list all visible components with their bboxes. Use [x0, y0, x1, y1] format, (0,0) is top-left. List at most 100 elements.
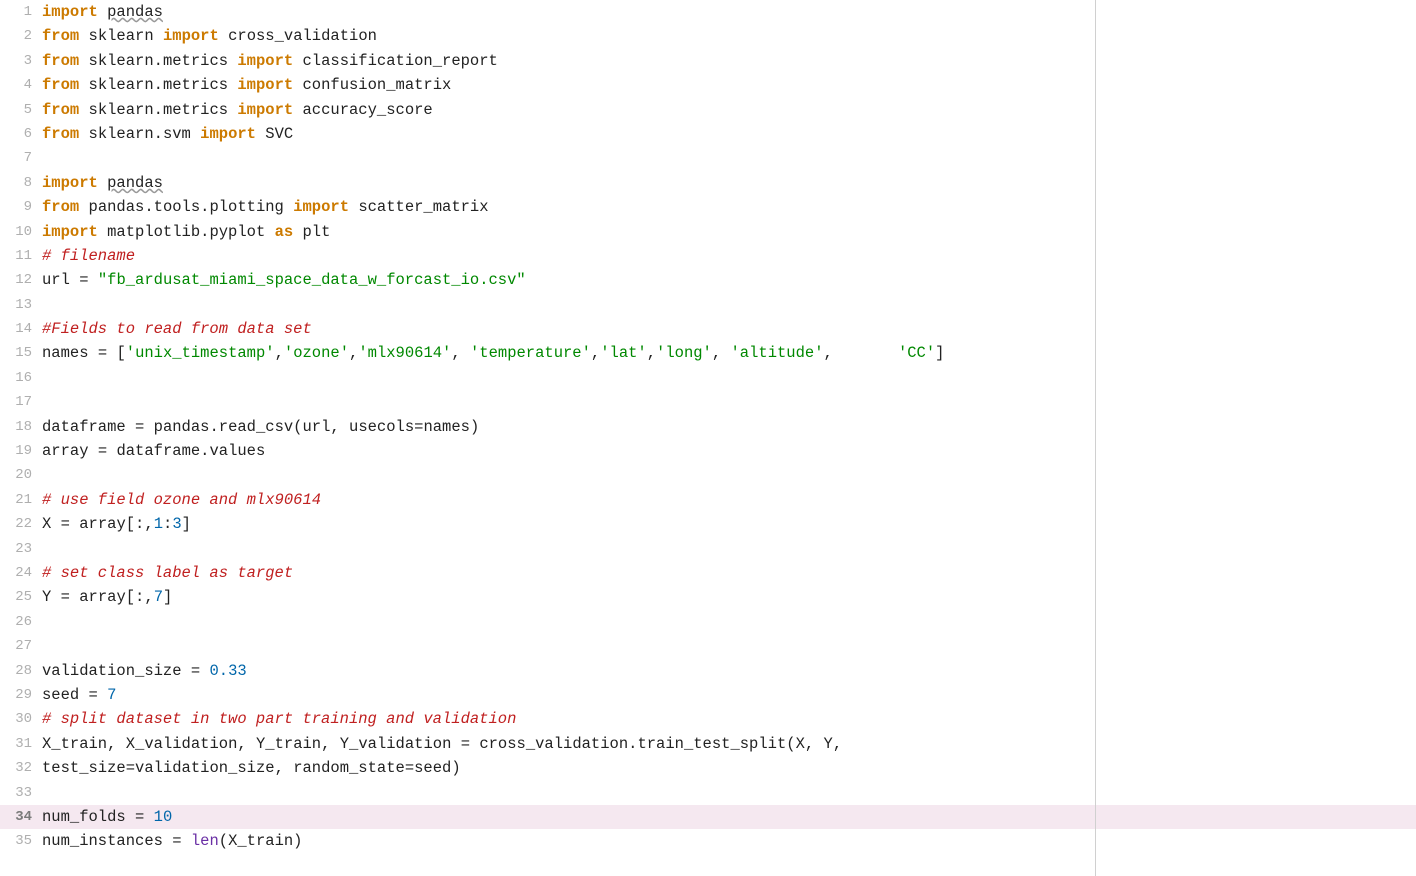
- code-line[interactable]: 7: [0, 146, 1416, 170]
- text-token: [340, 418, 349, 436]
- line-content[interactable]: import pandas: [38, 171, 1416, 195]
- code-line[interactable]: 33: [0, 781, 1416, 805]
- line-content[interactable]: num_folds = 10: [38, 805, 1416, 829]
- code-line[interactable]: 16: [0, 366, 1416, 390]
- line-content[interactable]: # split dataset in two part training and…: [38, 707, 1416, 731]
- code-line[interactable]: 35num_instances = len(X_train): [0, 829, 1416, 853]
- code-line[interactable]: 34num_folds = 10: [0, 805, 1416, 829]
- text-token: =: [61, 588, 70, 606]
- code-line[interactable]: 15names = ['unix_timestamp','ozone','mlx…: [0, 341, 1416, 365]
- text-token: =: [98, 442, 107, 460]
- keyword-token: import: [42, 223, 98, 241]
- text-token: ,: [805, 735, 814, 753]
- keyword-token: from: [42, 125, 79, 143]
- number-token: 10: [154, 808, 173, 826]
- code-line[interactable]: 1import pandas: [0, 0, 1416, 24]
- code-editor[interactable]: 1import pandas2from sklearn import cross…: [0, 0, 1416, 876]
- line-content[interactable]: [38, 781, 1416, 805]
- string-token: 'CC': [898, 344, 935, 362]
- line-content[interactable]: from sklearn.svm import SVC: [38, 122, 1416, 146]
- line-content[interactable]: [38, 366, 1416, 390]
- line-content[interactable]: test_size=validation_size, random_state=…: [38, 756, 1416, 780]
- code-line[interactable]: 32test_size=validation_size, random_stat…: [0, 756, 1416, 780]
- code-line[interactable]: 29seed = 7: [0, 683, 1416, 707]
- code-line[interactable]: 22X = array[:,1:3]: [0, 512, 1416, 536]
- code-line[interactable]: 31X_train, X_validation, Y_train, Y_vali…: [0, 732, 1416, 756]
- code-line[interactable]: 4from sklearn.metrics import confusion_m…: [0, 73, 1416, 97]
- identifier-token: X_train: [42, 735, 107, 753]
- code-line[interactable]: 6from sklearn.svm import SVC: [0, 122, 1416, 146]
- code-line[interactable]: 13: [0, 293, 1416, 317]
- line-content[interactable]: from sklearn.metrics import confusion_ma…: [38, 73, 1416, 97]
- line-content[interactable]: seed = 7: [38, 683, 1416, 707]
- line-number: 34: [0, 805, 38, 829]
- text-token: [293, 223, 302, 241]
- line-content[interactable]: [38, 293, 1416, 317]
- line-content[interactable]: num_instances = len(X_train): [38, 829, 1416, 853]
- identifier-token: Y_train: [256, 735, 321, 753]
- line-content[interactable]: validation_size = 0.33: [38, 659, 1416, 683]
- line-content[interactable]: import matplotlib.pyplot as plt: [38, 220, 1416, 244]
- code-line[interactable]: 5from sklearn.metrics import accuracy_sc…: [0, 98, 1416, 122]
- code-line[interactable]: 12url = "fb_ardusat_miami_space_data_w_f…: [0, 268, 1416, 292]
- code-line[interactable]: 9from pandas.tools.plotting import scatt…: [0, 195, 1416, 219]
- text-token: [247, 735, 256, 753]
- code-line[interactable]: 25Y = array[:,7]: [0, 585, 1416, 609]
- line-content[interactable]: Y = array[:,7]: [38, 585, 1416, 609]
- text-token: [814, 735, 823, 753]
- line-content[interactable]: [38, 463, 1416, 487]
- line-content[interactable]: #Fields to read from data set: [38, 317, 1416, 341]
- line-content[interactable]: url = "fb_ardusat_miami_space_data_w_for…: [38, 268, 1416, 292]
- text-token: ,: [275, 344, 284, 362]
- line-content[interactable]: # set class label as target: [38, 561, 1416, 585]
- code-line[interactable]: 26: [0, 610, 1416, 634]
- code-line[interactable]: 24# set class label as target: [0, 561, 1416, 585]
- line-content[interactable]: [38, 634, 1416, 658]
- code-line[interactable]: 27: [0, 634, 1416, 658]
- code-line[interactable]: 23: [0, 537, 1416, 561]
- text-token: [228, 52, 237, 70]
- line-content[interactable]: from pandas.tools.plotting import scatte…: [38, 195, 1416, 219]
- line-content[interactable]: [38, 390, 1416, 414]
- line-content[interactable]: import pandas: [38, 0, 1416, 24]
- line-content[interactable]: dataframe = pandas.read_csv(url, usecols…: [38, 415, 1416, 439]
- text-token: [51, 588, 60, 606]
- code-line[interactable]: 28validation_size = 0.33: [0, 659, 1416, 683]
- code-lines-container[interactable]: 1import pandas2from sklearn import cross…: [0, 0, 1416, 876]
- line-content[interactable]: names = ['unix_timestamp','ozone','mlx90…: [38, 341, 1416, 365]
- code-line[interactable]: 21# use field ozone and mlx90614: [0, 488, 1416, 512]
- identifier-token: num_instances: [42, 832, 163, 850]
- line-content[interactable]: from sklearn import cross_validation: [38, 24, 1416, 48]
- text-token: =: [135, 808, 144, 826]
- keyword-token: import: [42, 174, 98, 192]
- code-line[interactable]: 18dataframe = pandas.read_csv(url, useco…: [0, 415, 1416, 439]
- code-line[interactable]: 30# split dataset in two part training a…: [0, 707, 1416, 731]
- line-content[interactable]: # filename: [38, 244, 1416, 268]
- line-content[interactable]: # use field ozone and mlx90614: [38, 488, 1416, 512]
- code-line[interactable]: 20: [0, 463, 1416, 487]
- text-token: [293, 52, 302, 70]
- code-line[interactable]: 10import matplotlib.pyplot as plt: [0, 220, 1416, 244]
- code-line[interactable]: 2from sklearn import cross_validation: [0, 24, 1416, 48]
- code-line[interactable]: 11# filename: [0, 244, 1416, 268]
- line-content[interactable]: from sklearn.metrics import accuracy_sco…: [38, 98, 1416, 122]
- line-content[interactable]: array = dataframe.values: [38, 439, 1416, 463]
- line-content[interactable]: from sklearn.metrics import classificati…: [38, 49, 1416, 73]
- text-token: ,: [275, 759, 284, 777]
- text-token: [144, 418, 153, 436]
- code-line[interactable]: 8import pandas: [0, 171, 1416, 195]
- number-token: 3: [172, 515, 181, 533]
- identifier-token: pandas: [107, 3, 163, 21]
- line-number: 3: [0, 49, 38, 73]
- code-line[interactable]: 3from sklearn.metrics import classificat…: [0, 49, 1416, 73]
- code-line[interactable]: 17: [0, 390, 1416, 414]
- line-content[interactable]: [38, 146, 1416, 170]
- comment-token: #Fields to read from data set: [42, 320, 312, 338]
- keyword-token: import: [200, 125, 256, 143]
- line-content[interactable]: X_train, X_validation, Y_train, Y_valida…: [38, 732, 1416, 756]
- code-line[interactable]: 14#Fields to read from data set: [0, 317, 1416, 341]
- line-content[interactable]: [38, 537, 1416, 561]
- line-content[interactable]: [38, 610, 1416, 634]
- line-content[interactable]: X = array[:,1:3]: [38, 512, 1416, 536]
- code-line[interactable]: 19array = dataframe.values: [0, 439, 1416, 463]
